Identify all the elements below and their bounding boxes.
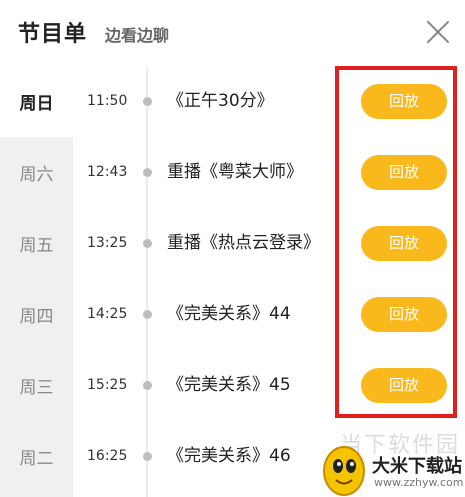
close-icon[interactable] [424, 18, 452, 46]
timeline-dot [143, 310, 152, 319]
day-tab-fri[interactable]: 周五 [0, 208, 73, 279]
timeline-dot [143, 452, 152, 461]
program-title[interactable]: 《完美关系》46 [167, 421, 291, 492]
program-time: 14:25 [87, 306, 128, 322]
timeline-dot [143, 381, 152, 390]
day-tab-tue[interactable]: 周二 [0, 421, 73, 492]
program-time: 13:25 [87, 235, 128, 251]
program-title[interactable]: 《完美关系》45 [167, 350, 291, 421]
timeline-dot [143, 97, 152, 106]
day-tab-sat[interactable]: 周六 [0, 137, 73, 208]
page-title: 节目单 [18, 22, 88, 47]
rice-mascot-logo-icon [323, 446, 365, 496]
program-title[interactable]: 《完美关系》44 [167, 279, 291, 350]
program-title[interactable]: 重播《粤菜大师》 [167, 137, 303, 208]
timeline-dot [143, 239, 152, 248]
watermark-site-name: 大米下载站 [372, 456, 462, 477]
chat-tab[interactable]: 边看边聊 [105, 22, 169, 46]
program-title[interactable]: 《正午30分》 [167, 66, 274, 137]
day-tab-wed[interactable]: 周三 [0, 350, 73, 421]
day-sidebar: 周日 周六 周五 周四 周三 周二 [0, 66, 73, 497]
day-tab-thu[interactable]: 周四 [0, 279, 73, 350]
program-time: 15:25 [87, 377, 128, 393]
timeline-dot [143, 168, 152, 177]
program-time: 11:50 [87, 93, 128, 109]
header: 节目单 边看边聊 [0, 0, 465, 66]
highlight-box [335, 66, 457, 418]
day-tab-sun[interactable]: 周日 [0, 66, 73, 137]
program-time: 16:25 [87, 448, 128, 464]
watermark-url: www.zzhyw.com [374, 476, 464, 489]
program-time: 12:43 [87, 164, 128, 180]
program-title[interactable]: 重播《热点云登录》 [167, 208, 320, 279]
